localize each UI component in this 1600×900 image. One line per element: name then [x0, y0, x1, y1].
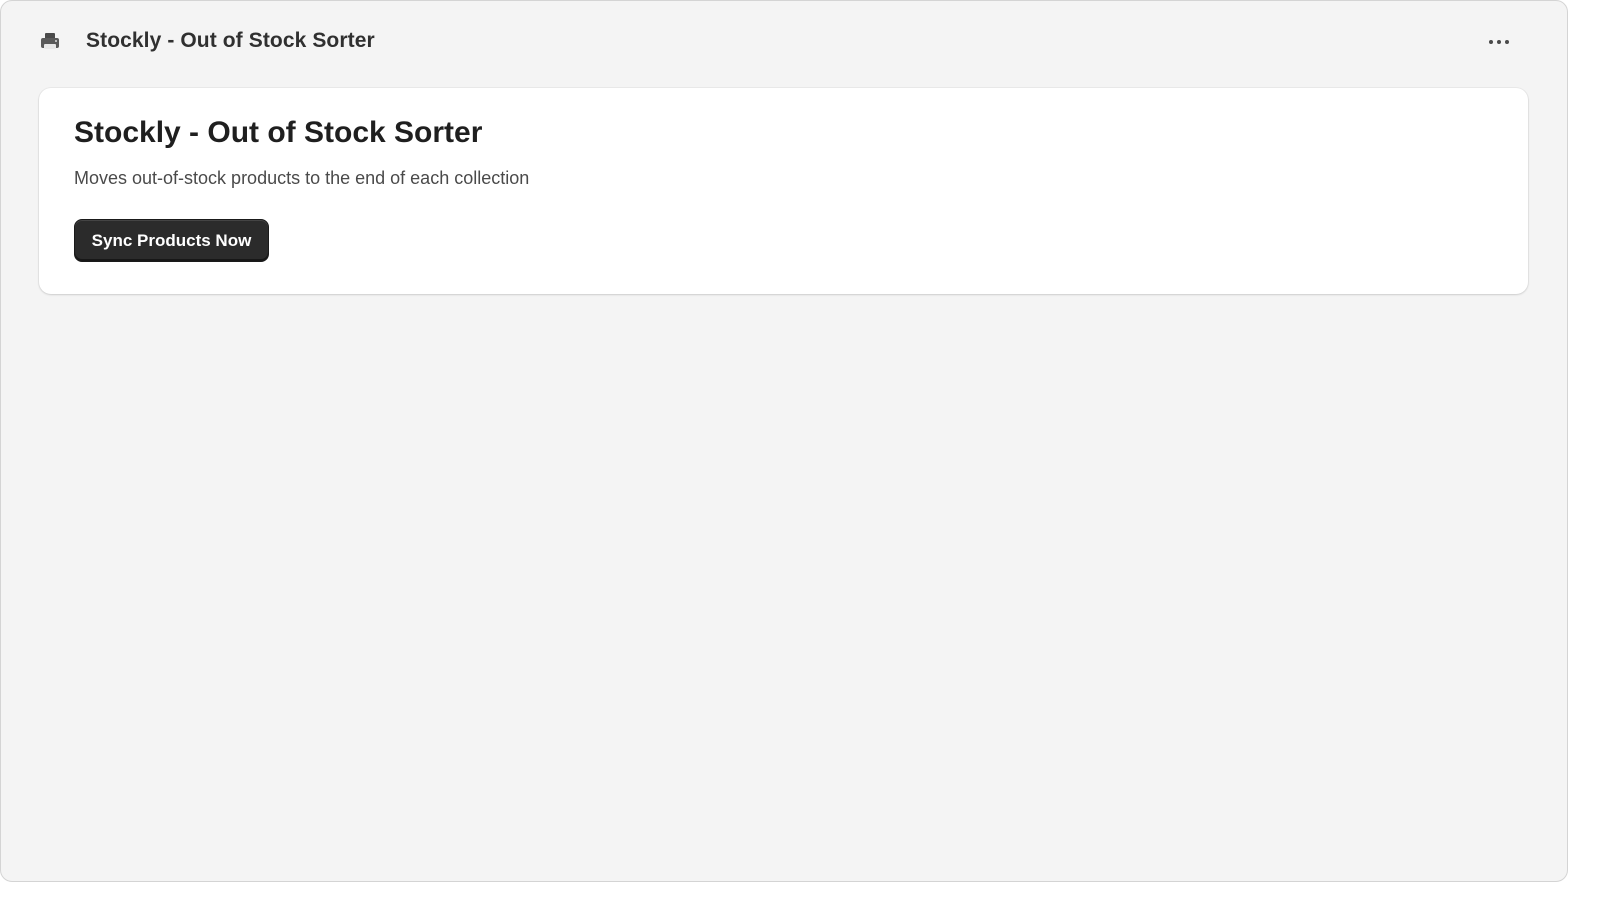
printer-icon: [38, 30, 64, 54]
sync-products-button[interactable]: Sync Products Now: [74, 219, 269, 262]
card-description: Moves out-of-stock products to the end o…: [74, 168, 530, 188]
app-card: Stockly - Out of Stock Sorter Moves out-…: [39, 88, 1528, 294]
more-actions-button[interactable]: [1481, 29, 1517, 55]
card-title: Stockly - Out of Stock Sorter: [74, 116, 483, 149]
ellipsis-horizontal-icon: [1489, 40, 1493, 44]
app-title: Stockly - Out of Stock Sorter: [86, 29, 375, 52]
app-title-bar: Stockly - Out of Stock Sorter: [1, 1, 1567, 83]
app-window: Stockly - Out of Stock Sorter Stockly - …: [0, 0, 1568, 882]
ellipsis-dot: [1497, 40, 1501, 44]
ellipsis-dot: [1505, 40, 1509, 44]
